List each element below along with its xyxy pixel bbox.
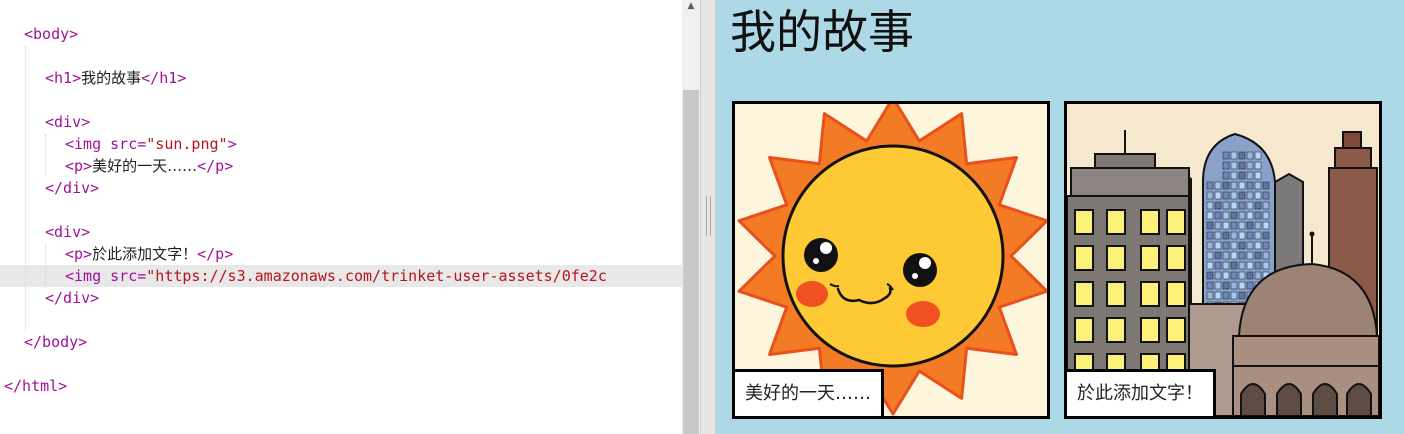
page-heading: 我的故事: [730, 5, 914, 59]
code-editor[interactable]: <body> <h1>我的故事</h1> <div> <img src="sun…: [0, 0, 682, 434]
splitter-grip-icon[interactable]: [706, 196, 711, 236]
code-token: "https://s3.amazonaws.com/trinket-user-a…: [146, 267, 607, 285]
panel-caption: 於此添加文字！: [1067, 369, 1216, 416]
code-line[interactable]: <p>美好的一天……</p>: [65, 155, 233, 177]
code-token: <img: [65, 267, 111, 285]
result-preview: 我的故事 美好的一天…… 於此添加文字！: [716, 0, 1404, 434]
code-token: </div>: [45, 289, 100, 307]
code-line[interactable]: <div>: [45, 221, 90, 243]
code-token: </h1>: [141, 69, 187, 87]
code-line[interactable]: <body>: [24, 23, 78, 45]
code-line[interactable]: </div>: [45, 177, 99, 199]
code-token: src=: [110, 267, 147, 285]
code-token: <p>: [65, 245, 93, 263]
indent-guide: [45, 244, 46, 288]
code-line[interactable]: <h1>我的故事</h1>: [45, 67, 186, 89]
code-token: <p>: [65, 157, 93, 175]
code-line[interactable]: <img src="https://s3.amazonaws.com/trink…: [65, 265, 607, 287]
indent-guide: [25, 46, 26, 332]
code-token: </div>: [45, 179, 100, 197]
code-token: </html>: [4, 377, 68, 395]
panel-caption: 美好的一天……: [735, 369, 884, 416]
code-token: <h1>: [45, 69, 82, 87]
code-token: >: [227, 135, 237, 153]
code-line[interactable]: </div>: [45, 287, 99, 309]
scrollbar-thumb[interactable]: [683, 90, 699, 434]
comic-panel-city: 於此添加文字！: [1064, 101, 1382, 419]
code-token: <div>: [45, 113, 91, 131]
code-line[interactable]: <div>: [45, 111, 90, 133]
code-token: "sun.png": [146, 135, 228, 153]
code-line[interactable]: </html>: [4, 375, 67, 397]
editor-scrollbar[interactable]: ▲: [682, 0, 700, 434]
code-token: 我的故事: [81, 69, 142, 87]
indent-guide: [45, 134, 46, 178]
scroll-up-arrow-icon[interactable]: ▲: [682, 0, 700, 14]
code-token: </p>: [197, 245, 234, 263]
code-token: 於此添加文字！: [92, 245, 198, 263]
comic-panel-sun: 美好的一天……: [732, 101, 1050, 419]
code-line[interactable]: <img src="sun.png">: [65, 133, 237, 155]
code-token: <body>: [24, 25, 79, 43]
code-token: <img: [65, 135, 111, 153]
code-token: src=: [110, 135, 147, 153]
code-line[interactable]: </body>: [24, 331, 87, 353]
code-token: 美好的一天……: [92, 157, 198, 175]
code-token: <div>: [45, 223, 91, 241]
code-token: </body>: [24, 333, 88, 351]
code-line[interactable]: <p>於此添加文字！</p>: [65, 243, 233, 265]
code-token: </p>: [197, 157, 234, 175]
pane-splitter[interactable]: [700, 0, 716, 434]
